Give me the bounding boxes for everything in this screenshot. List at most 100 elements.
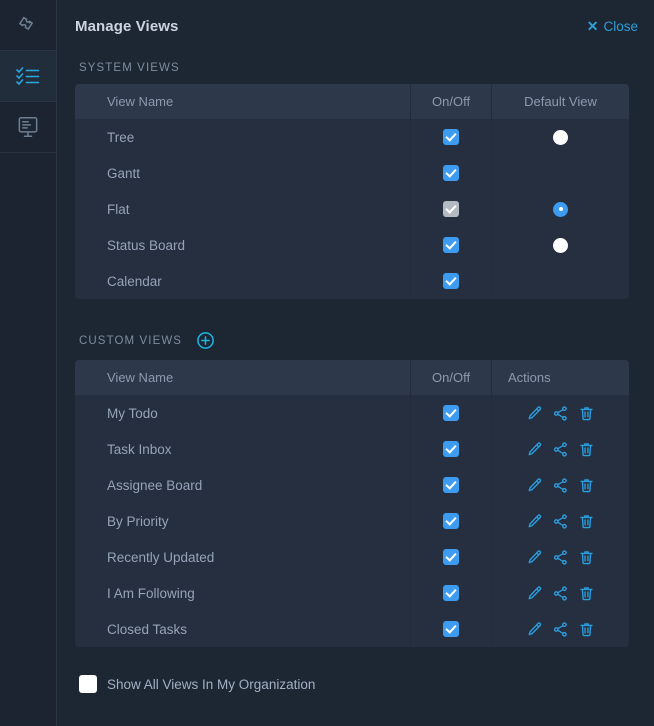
edit-pencil-icon: [526, 405, 543, 422]
left-rail: [0, 0, 57, 726]
default-view-cell: [492, 227, 630, 263]
table-row: Task Inbox: [75, 431, 629, 467]
trash-button[interactable]: [578, 441, 595, 458]
view-onoff-checkbox[interactable]: [443, 585, 459, 601]
share-icon: [552, 621, 569, 638]
close-button[interactable]: ✕ Close: [587, 19, 638, 34]
table-row: Calendar: [75, 263, 629, 299]
custom-views-table: View Name On/Off Actions My TodoTask Inb…: [75, 360, 629, 647]
view-name-cell: Recently Updated: [75, 539, 411, 575]
onoff-cell: [411, 263, 492, 299]
trash-icon: [578, 477, 595, 494]
rail-item-ticket[interactable]: [0, 0, 56, 51]
share-button[interactable]: [552, 513, 569, 530]
default-view-cell: [492, 155, 630, 191]
show-all-views-row[interactable]: Show All Views In My Organization: [75, 647, 629, 693]
onoff-cell: [411, 227, 492, 263]
view-onoff-checkbox[interactable]: [443, 441, 459, 457]
col-header-onoff: On/Off: [411, 84, 492, 119]
share-icon: [552, 513, 569, 530]
edit-pencil-button[interactable]: [526, 477, 543, 494]
share-button[interactable]: [552, 405, 569, 422]
page-title: Manage Views: [75, 18, 178, 35]
share-button[interactable]: [552, 441, 569, 458]
main-panel: Manage Views ✕ Close SYSTEM VIEWS View N…: [57, 0, 654, 726]
edit-pencil-button[interactable]: [526, 585, 543, 602]
trash-button[interactable]: [578, 405, 595, 422]
onoff-cell: [411, 395, 492, 431]
table-row: Recently Updated: [75, 539, 629, 575]
col-header-view-name: View Name: [75, 84, 411, 119]
share-button[interactable]: [552, 549, 569, 566]
view-onoff-checkbox[interactable]: [443, 513, 459, 529]
table-row: My Todo: [75, 395, 629, 431]
trash-button[interactable]: [578, 513, 595, 530]
view-onoff-checkbox[interactable]: [443, 477, 459, 493]
share-icon: [552, 405, 569, 422]
edit-pencil-icon: [526, 621, 543, 638]
share-button[interactable]: [552, 621, 569, 638]
onoff-cell: [411, 119, 492, 155]
onoff-cell: [411, 503, 492, 539]
default-view-radio[interactable]: [553, 130, 568, 145]
close-button-label: Close: [603, 19, 638, 34]
view-onoff-checkbox[interactable]: [443, 165, 459, 181]
share-button[interactable]: [552, 477, 569, 494]
col-header-view-name: View Name: [75, 360, 411, 395]
trash-button[interactable]: [578, 585, 595, 602]
default-view-cell: [492, 119, 630, 155]
actions-cell: [492, 395, 630, 431]
default-view-radio[interactable]: [553, 202, 568, 217]
trash-button[interactable]: [578, 549, 595, 566]
show-all-views-checkbox[interactable]: [79, 675, 97, 693]
actions-cell: [492, 575, 630, 611]
onoff-cell: [411, 611, 492, 647]
table-row: Gantt: [75, 155, 629, 191]
add-custom-view-button[interactable]: [196, 331, 215, 350]
view-onoff-checkbox[interactable]: [443, 237, 459, 253]
onoff-cell: [411, 191, 492, 227]
panel-header: Manage Views ✕ Close: [57, 0, 654, 52]
edit-pencil-button[interactable]: [526, 441, 543, 458]
trash-icon: [578, 549, 595, 566]
table-header-row: View Name On/Off Default View: [75, 84, 629, 119]
table-header-row: View Name On/Off Actions: [75, 360, 629, 395]
custom-views-label-text: CUSTOM VIEWS: [79, 335, 182, 347]
view-onoff-checkbox[interactable]: [443, 621, 459, 637]
share-icon: [552, 585, 569, 602]
table-row: By Priority: [75, 503, 629, 539]
edit-pencil-button[interactable]: [526, 405, 543, 422]
actions-cell: [492, 431, 630, 467]
view-onoff-checkbox[interactable]: [443, 405, 459, 421]
default-view-cell: [492, 191, 630, 227]
default-view-radio[interactable]: [553, 238, 568, 253]
trash-button[interactable]: [578, 477, 595, 494]
edit-pencil-button[interactable]: [526, 513, 543, 530]
onoff-cell: [411, 575, 492, 611]
view-onoff-checkbox[interactable]: [443, 273, 459, 289]
share-button[interactable]: [552, 585, 569, 602]
view-name-cell: Closed Tasks: [75, 611, 411, 647]
panel-content: SYSTEM VIEWS View Name On/Off Default Vi…: [57, 52, 654, 693]
table-row: I Am Following: [75, 575, 629, 611]
edit-pencil-icon: [526, 549, 543, 566]
view-name-cell: Calendar: [75, 263, 411, 299]
rail-item-checklist[interactable]: [0, 51, 56, 102]
actions-cell: [492, 467, 630, 503]
view-name-cell: I Am Following: [75, 575, 411, 611]
actions-cell: [492, 539, 630, 575]
rail-item-board[interactable]: [0, 102, 56, 153]
col-header-onoff: On/Off: [411, 360, 492, 395]
view-onoff-checkbox[interactable]: [443, 549, 459, 565]
trash-icon: [578, 405, 595, 422]
table-row: Status Board: [75, 227, 629, 263]
edit-pencil-button[interactable]: [526, 549, 543, 566]
share-icon: [552, 477, 569, 494]
onoff-cell: [411, 155, 492, 191]
onoff-cell: [411, 467, 492, 503]
view-name-cell: Gantt: [75, 155, 411, 191]
edit-pencil-button[interactable]: [526, 621, 543, 638]
view-onoff-checkbox[interactable]: [443, 129, 459, 145]
actions-cell: [492, 503, 630, 539]
trash-button[interactable]: [578, 621, 595, 638]
